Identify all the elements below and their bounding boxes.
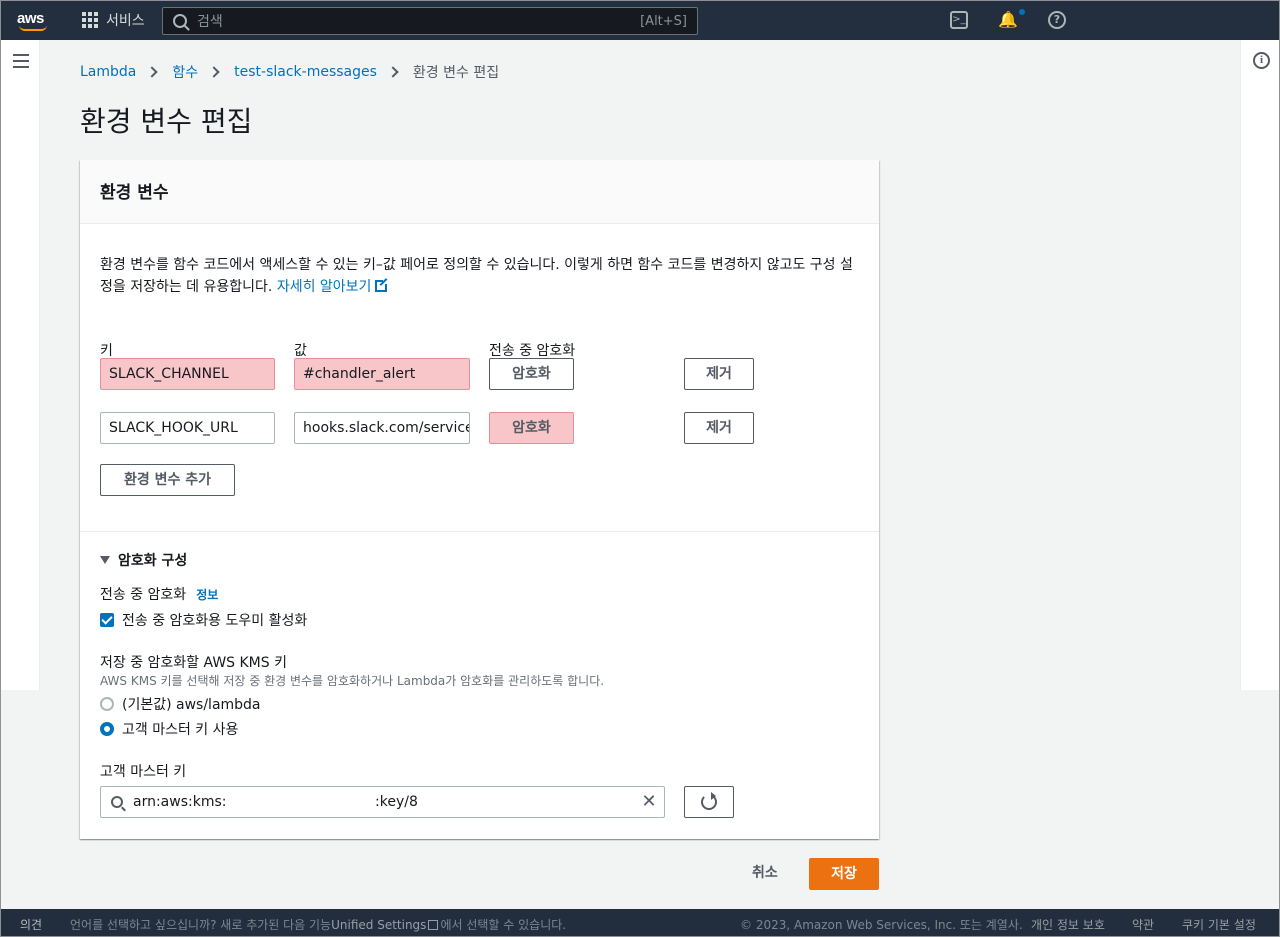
cmk-label: 고객 마스터 키: [100, 764, 187, 780]
external-link-icon: [375, 278, 390, 292]
notification-dot: [1019, 9, 1025, 15]
notifications-bell-icon[interactable]: 🔔: [998, 11, 1018, 29]
search-icon: [173, 14, 187, 28]
panel-header: 환경 변수: [80, 160, 879, 224]
description-text: 환경 변수를 함수 코드에서 액세스할 수 있는 키–값 페어로 정의할 수 있…: [100, 257, 853, 295]
radio-customer-key[interactable]: [100, 722, 114, 736]
encrypt-button[interactable]: 암호화: [489, 412, 574, 444]
panel-title: 환경 변수: [100, 183, 169, 203]
search-icon: [111, 796, 123, 808]
info-icon[interactable]: i: [1253, 52, 1270, 69]
left-side-panel: [1, 40, 40, 690]
transit-encryption-label: 전송 중 암호화 정보: [100, 584, 218, 604]
radio-default-key-label[interactable]: (기본값) aws/lambda: [122, 694, 261, 714]
env-variables-panel: 환경 변수 환경 변수를 함수 코드에서 액세스할 수 있는 키–값 페어로 정…: [80, 160, 879, 839]
remove-button[interactable]: 제거: [684, 412, 754, 444]
copyright: © 2023, Amazon Web Services, Inc. 또는 계열사…: [740, 918, 1023, 932]
kms-key-label: 저장 중 암호화할 AWS KMS 키: [100, 655, 287, 671]
feedback-link[interactable]: 의견: [20, 916, 42, 933]
breadcrumb-functions[interactable]: 함수: [172, 62, 198, 82]
env-value-input[interactable]: #chandler_alert: [294, 358, 470, 390]
breadcrumb-function-name[interactable]: test-slack-messages: [234, 64, 377, 80]
encryption-config-toggle[interactable]: 암호화 구성: [100, 550, 187, 570]
search-placeholder: 검색: [197, 14, 223, 30]
env-key-input[interactable]: SLACK_CHANNEL: [100, 358, 275, 390]
save-button[interactable]: 저장: [809, 858, 879, 890]
services-menu-button[interactable]: 서비스: [82, 10, 145, 30]
refresh-icon: [701, 792, 717, 810]
remove-button[interactable]: 제거: [684, 358, 754, 390]
encrypt-button[interactable]: 암호화: [489, 358, 574, 390]
cookie-preferences-link[interactable]: 쿠키 기본 설정: [1182, 916, 1256, 933]
menu-icon[interactable]: [13, 54, 29, 68]
column-key-label: 키: [100, 343, 113, 359]
section-divider: [80, 531, 879, 532]
learn-more-label: 자세히 알아보기: [276, 279, 372, 295]
column-encrypt-label: 전송 중 암호화: [489, 343, 576, 359]
terms-link[interactable]: 약관: [1132, 916, 1154, 933]
kms-key-description: AWS KMS 키를 선택해 저장 중 환경 변수를 암호화하거나 Lambda…: [100, 674, 605, 688]
cmk-search-input[interactable]: arn:aws:kms: :key/8 ✕: [100, 786, 665, 818]
refresh-button[interactable]: [684, 786, 734, 818]
add-env-variable-button[interactable]: 환경 변수 추가: [100, 464, 235, 496]
column-value-label: 값: [294, 343, 307, 359]
language-notice-b: 에서 선택할 수 있습니다.: [440, 918, 567, 932]
unified-settings-link[interactable]: Unified Settings: [331, 918, 426, 932]
chevron-right-icon: [208, 66, 220, 78]
breadcrumb-current: 환경 변수 편집: [412, 65, 500, 81]
page-title: 환경 변수 편집: [80, 105, 253, 138]
helper-checkbox[interactable]: [100, 613, 114, 627]
aws-logo[interactable]: aws: [17, 8, 51, 32]
language-notice-a: 언어를 선택하고 싶으십니까? 새로 추가된 다음 기능: [70, 918, 332, 932]
transit-label-text: 전송 중 암호화: [100, 587, 187, 603]
cloudshell-icon[interactable]: >_: [950, 11, 968, 29]
help-icon[interactable]: ?: [1048, 11, 1066, 29]
search-shortcut: [Alt+S]: [640, 13, 687, 29]
panel-description: 환경 변수를 함수 코드에서 액세스할 수 있는 키–값 페어로 정의할 수 있…: [100, 254, 860, 298]
global-search-input[interactable]: 검색 [Alt+S]: [162, 7, 698, 35]
chevron-right-icon: [387, 66, 399, 78]
chevron-right-icon: [146, 66, 159, 78]
footer: 의견 언어를 선택하고 싶으십니까? 새로 추가된 다음 기능Unified S…: [0, 909, 1280, 937]
aws-smile-icon: [19, 25, 47, 31]
env-key-input[interactable]: SLACK_HOOK_URL: [100, 412, 275, 444]
radio-default-key[interactable]: [100, 697, 114, 711]
breadcrumb: Lambda 함수 test-slack-messages 환경 변수 편집: [80, 62, 499, 82]
radio-customer-key-label[interactable]: 고객 마스터 키 사용: [122, 719, 238, 739]
helper-checkbox-label[interactable]: 전송 중 암호화용 도우미 활성화: [122, 610, 307, 630]
cancel-button[interactable]: 취소: [752, 862, 778, 882]
env-value-input[interactable]: hooks.slack.com/services: [294, 412, 470, 444]
breadcrumb-lambda[interactable]: Lambda: [80, 64, 136, 80]
caret-down-icon: [100, 556, 110, 564]
grid-icon: [82, 12, 98, 28]
privacy-link[interactable]: 개인 정보 보호: [1031, 916, 1105, 933]
top-navigation: aws 서비스 검색 [Alt+S] >_ 🔔 ?: [0, 0, 1280, 40]
learn-more-link[interactable]: 자세히 알아보기: [276, 278, 390, 295]
cmk-value-suffix: :key/8: [375, 794, 418, 810]
language-notice: 언어를 선택하고 싶으십니까? 새로 추가된 다음 기능Unified Sett…: [70, 916, 566, 933]
info-link[interactable]: 정보: [196, 588, 218, 602]
clear-icon[interactable]: ✕: [640, 793, 658, 811]
cmk-value-prefix: arn:aws:kms:: [133, 794, 227, 810]
right-side-panel: i: [1240, 40, 1279, 690]
services-label: 서비스: [106, 13, 145, 29]
encryption-config-label: 암호화 구성: [118, 553, 188, 569]
external-link-icon: [428, 920, 439, 930]
